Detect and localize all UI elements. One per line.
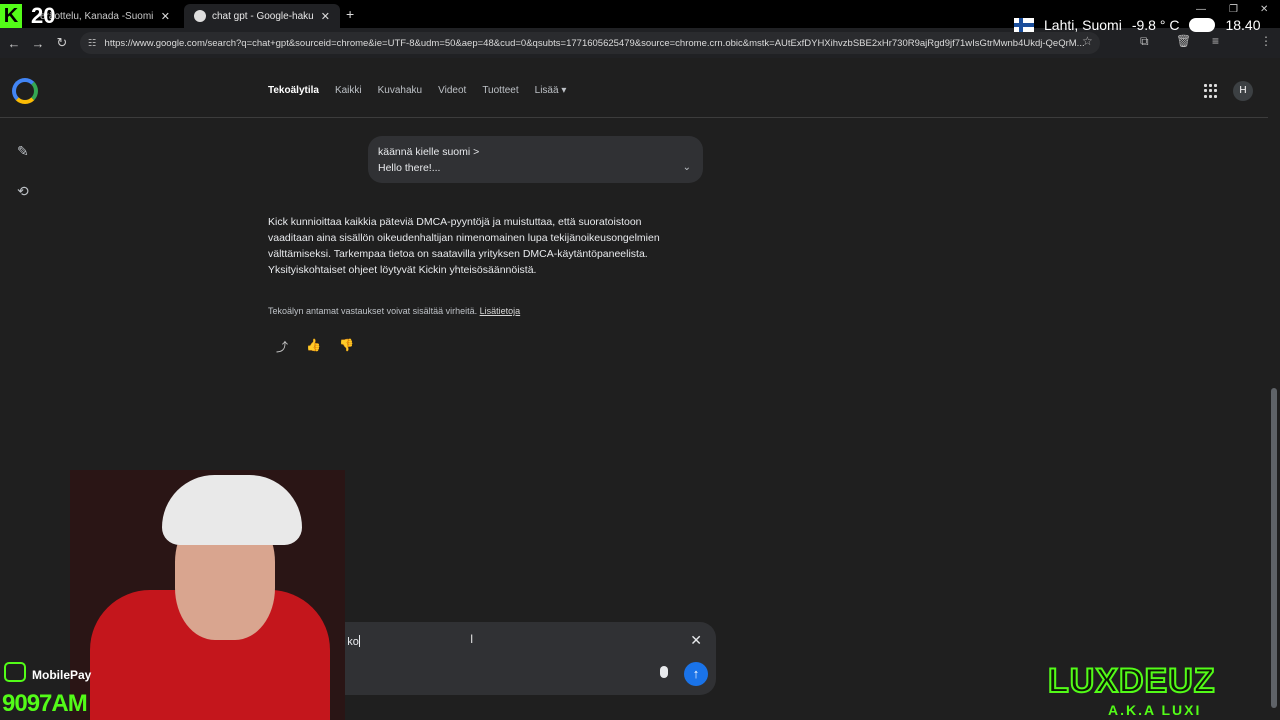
chevron-down-icon[interactable]: ⌄ [683,160,691,176]
extensions-icon[interactable]: ⧉ [1140,34,1149,49]
avatar[interactable]: H [1233,81,1253,101]
ai-disclaimer: Tekoälyn antamat vastaukset voivat sisäl… [268,306,520,316]
send-button[interactable]: ↑ [684,662,708,686]
cloud-icon [1189,18,1216,32]
learn-more-link[interactable]: Lisätietoja [480,306,521,316]
thumbs-down-icon[interactable]: 👎 [339,338,354,355]
mobilepay-icon [4,662,26,682]
history-icon[interactable]: ⟲ [17,183,29,200]
reload-icon[interactable]: ↻ [50,35,74,51]
streamer-brand-aka: A.K.A LUXI [1108,702,1202,718]
google-apps-icon[interactable] [1204,84,1218,98]
ai-mode-composer[interactable]: uorana ko ✕ ↑ [296,622,716,695]
clear-input-icon[interactable]: ✕ [690,632,702,649]
minimize-icon[interactable]: — [1196,4,1206,15]
clock-time: 18.40 [1225,17,1261,33]
ai-answer-text: Kick kunnioittaa kaikkia päteviä DMCA-py… [268,216,660,276]
tab-ai-mode[interactable]: Tekoälytila [268,85,319,96]
url-text: https://www.google.com/search?q=chat+gpt… [104,37,1085,49]
streamer-brand-name: LUXDEUZ [1047,661,1216,701]
browser-menu-icon[interactable]: ⋮ [1260,34,1272,48]
mobilepay-label: MobilePay [32,668,92,682]
google-header: Tekoälytila Kaikki Kuvahaku Videot Tuott… [0,58,1268,118]
disclaimer-text: Tekoälyn antamat vastaukset voivat sisäl… [268,306,478,316]
reading-list-icon[interactable]: ≡ [1212,34,1219,48]
weather-temperature: -9.8 ° C [1131,17,1180,33]
restore-icon[interactable]: ❐ [1229,4,1238,15]
tab-title: chat gpt - Google-haku [212,10,314,22]
new-chat-icon[interactable]: ✎ [17,143,29,160]
site-info-icon[interactable]: ☷ [88,38,97,49]
trash-icon[interactable]: 🗑 [1176,34,1191,48]
finland-flag-icon [1014,18,1034,32]
tab-all[interactable]: Kaikki [335,85,362,96]
search-mode-nav: Tekoälytila Kaikki Kuvahaku Videot Tuott… [268,85,566,96]
microphone-icon[interactable] [660,666,668,678]
tab-title: eräottelu, Kanada -Suomi | ... [40,10,157,22]
thumbs-up-icon[interactable]: 👍 [306,338,321,355]
query-line-1: käännä kielle suomi > [378,146,480,158]
query-line-2: Hello there!... [378,162,441,174]
google-favicon-icon [194,10,206,22]
answer-actions: ⤴ 👍 👎 [276,338,354,355]
close-tab-icon[interactable]: ✕ [161,10,170,23]
bookmark-star-icon[interactable]: ☆ [1082,34,1093,48]
tab-images[interactable]: Kuvahaku [378,85,422,96]
share-icon[interactable]: ⤴ [276,338,288,355]
kick-viewer-count: 20 [31,3,56,28]
scrollbar-thumb[interactable] [1271,388,1277,708]
mobilepay-number: 9097AM [2,690,88,717]
user-query-bubble[interactable]: käännä kielle suomi > Hello there!... ⌄ [368,136,703,183]
back-icon[interactable]: ← [2,36,26,51]
close-tab-icon[interactable]: ✕ [321,10,330,23]
webcam-overlay [70,470,345,720]
google-logo-icon[interactable] [12,78,38,104]
text-cursor-icon: I [470,632,474,646]
tab-more-label: Lisää [534,85,559,96]
new-tab-icon[interactable]: + [346,6,354,22]
tab-more[interactable]: Lisää ▾ [535,85,567,96]
forward-icon[interactable]: → [26,36,50,51]
weather-location: Lahti, Suomi [1044,17,1122,33]
page-scrollbar[interactable] [1268,58,1280,720]
streamer-cap [162,475,302,545]
address-bar[interactable]: ☷ https://www.google.com/search?q=chat+g… [80,32,1100,54]
tab-videos[interactable]: Videot [438,85,466,96]
kick-logo-icon: K [0,4,22,28]
tab-google-search[interactable]: chat gpt - Google-haku ✕ [184,4,340,28]
weather-widget: Lahti, Suomi -9.8 ° C 18.40 [1014,17,1261,33]
tab-products[interactable]: Tuotteet [482,85,518,96]
close-window-icon[interactable]: ✕ [1260,4,1268,15]
